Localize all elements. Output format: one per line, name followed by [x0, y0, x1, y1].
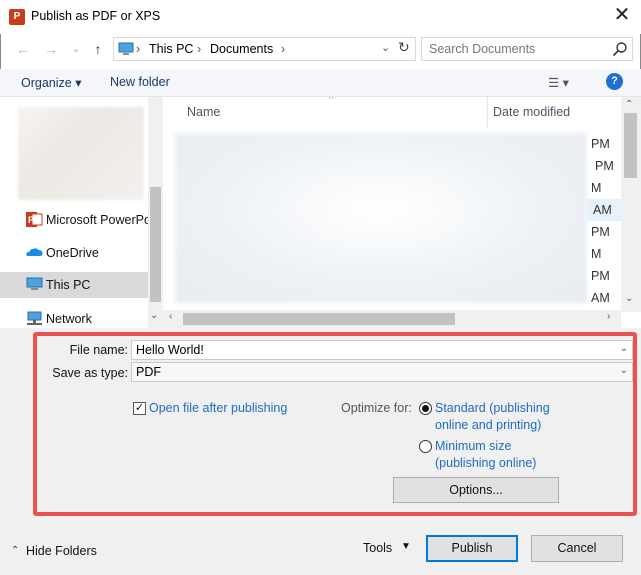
- breadcrumb-this-pc[interactable]: This PC: [149, 42, 193, 56]
- sidebar-item-onedrive[interactable]: OneDrive: [0, 240, 148, 266]
- date-modified-cell: M: [591, 181, 602, 195]
- change-view-icon[interactable]: ☰ ▾: [548, 75, 569, 90]
- svg-text:P: P: [28, 215, 34, 225]
- annotation-highlight-box: [33, 332, 637, 516]
- search-input[interactable]: Search Documents: [429, 42, 535, 56]
- sidebar-item-label: This PC: [46, 278, 91, 292]
- recent-locations-chevron-icon[interactable]: ⌄: [66, 39, 86, 59]
- sidebar-item-powerpoint[interactable]: P Microsoft PowerPo: [0, 207, 151, 233]
- network-icon: [27, 311, 42, 325]
- column-divider[interactable]: [487, 97, 488, 127]
- new-folder-button[interactable]: New folder: [110, 75, 170, 89]
- date-modified-cell: M: [591, 247, 602, 261]
- powerpoint-app-icon: P: [9, 9, 25, 25]
- search-box[interactable]: Search Documents: [421, 37, 633, 61]
- column-header-date-modified[interactable]: Date modified: [493, 105, 570, 119]
- scroll-up-arrow-icon[interactable]: ⌃: [625, 99, 633, 110]
- up-arrow-icon[interactable]: ↑: [88, 39, 108, 59]
- this-pc-icon: [118, 42, 134, 55]
- breadcrumb-separator: ›: [281, 42, 286, 56]
- address-bar[interactable]: › This PC › Documents › ⌄ ↻: [113, 37, 416, 61]
- tools-menu[interactable]: Tools: [363, 541, 392, 555]
- navigation-pane: P Microsoft PowerPo OneDrive This PC Net…: [0, 97, 163, 328]
- onedrive-icon: [26, 248, 43, 256]
- chevron-up-icon[interactable]: ⌃: [11, 545, 19, 556]
- sidebar-item-this-pc[interactable]: This PC: [0, 272, 148, 298]
- date-modified-cell: PM: [591, 225, 610, 239]
- sidebar-item-label: Microsoft PowerPo: [46, 213, 151, 227]
- horizontal-scrollbar-thumb[interactable]: [183, 313, 455, 325]
- date-modified-cell: AM: [587, 199, 621, 221]
- navigation-scrollbar-thumb[interactable]: [150, 187, 161, 302]
- breadcrumb-separator: ›: [197, 42, 202, 56]
- forward-arrow-icon[interactable]: →: [41, 39, 61, 59]
- file-list-pane: ^ Name Date modified PM PM M AM PM M PM …: [163, 97, 641, 328]
- blurred-quick-access: [18, 107, 144, 200]
- close-icon[interactable]: ✕: [610, 4, 634, 28]
- refresh-icon[interactable]: ↻: [398, 39, 410, 56]
- address-dropdown-icon[interactable]: ⌄: [381, 41, 390, 54]
- back-arrow-icon[interactable]: ←: [13, 39, 33, 59]
- publish-button[interactable]: Publish: [426, 535, 518, 562]
- window-title: Publish as PDF or XPS: [31, 9, 161, 23]
- sidebar-item-label: Network: [46, 312, 92, 326]
- scroll-down-arrow-icon[interactable]: ⌄: [150, 310, 158, 321]
- search-icon[interactable]: [612, 41, 628, 57]
- breadcrumb-separator: ›: [136, 42, 141, 56]
- sort-caret-icon: ^: [329, 97, 334, 105]
- sidebar-item-label: OneDrive: [46, 246, 99, 260]
- powerpoint-icon: P: [26, 212, 43, 227]
- column-header-row: ^ Name Date modified: [163, 97, 621, 127]
- breadcrumb-documents[interactable]: Documents: [210, 42, 273, 56]
- column-header-name[interactable]: Name: [187, 105, 220, 119]
- scroll-left-arrow-icon[interactable]: ‹: [169, 311, 172, 322]
- this-pc-icon: [26, 277, 43, 290]
- help-icon[interactable]: ?: [606, 73, 623, 90]
- date-modified-cell: PM: [591, 269, 610, 283]
- hide-folders-button[interactable]: Hide Folders: [26, 544, 97, 558]
- cancel-button[interactable]: Cancel: [531, 535, 623, 562]
- date-modified-cell: AM: [591, 291, 610, 305]
- organize-menu[interactable]: Organize ▾: [21, 75, 81, 90]
- title-bar: P Publish as PDF or XPS ✕: [0, 0, 641, 34]
- blurred-file-rows: [175, 133, 587, 303]
- tools-dropdown-icon[interactable]: ▼: [401, 541, 411, 552]
- scroll-down-arrow-icon[interactable]: ⌄: [625, 293, 633, 304]
- scroll-right-arrow-icon[interactable]: ›: [607, 311, 610, 322]
- date-modified-cell: PM: [591, 137, 610, 151]
- command-toolbar: Organize ▾ New folder ☰ ▾ ?: [0, 69, 641, 97]
- sidebar-item-network[interactable]: Network: [0, 306, 148, 328]
- vertical-scrollbar-thumb[interactable]: [624, 113, 637, 178]
